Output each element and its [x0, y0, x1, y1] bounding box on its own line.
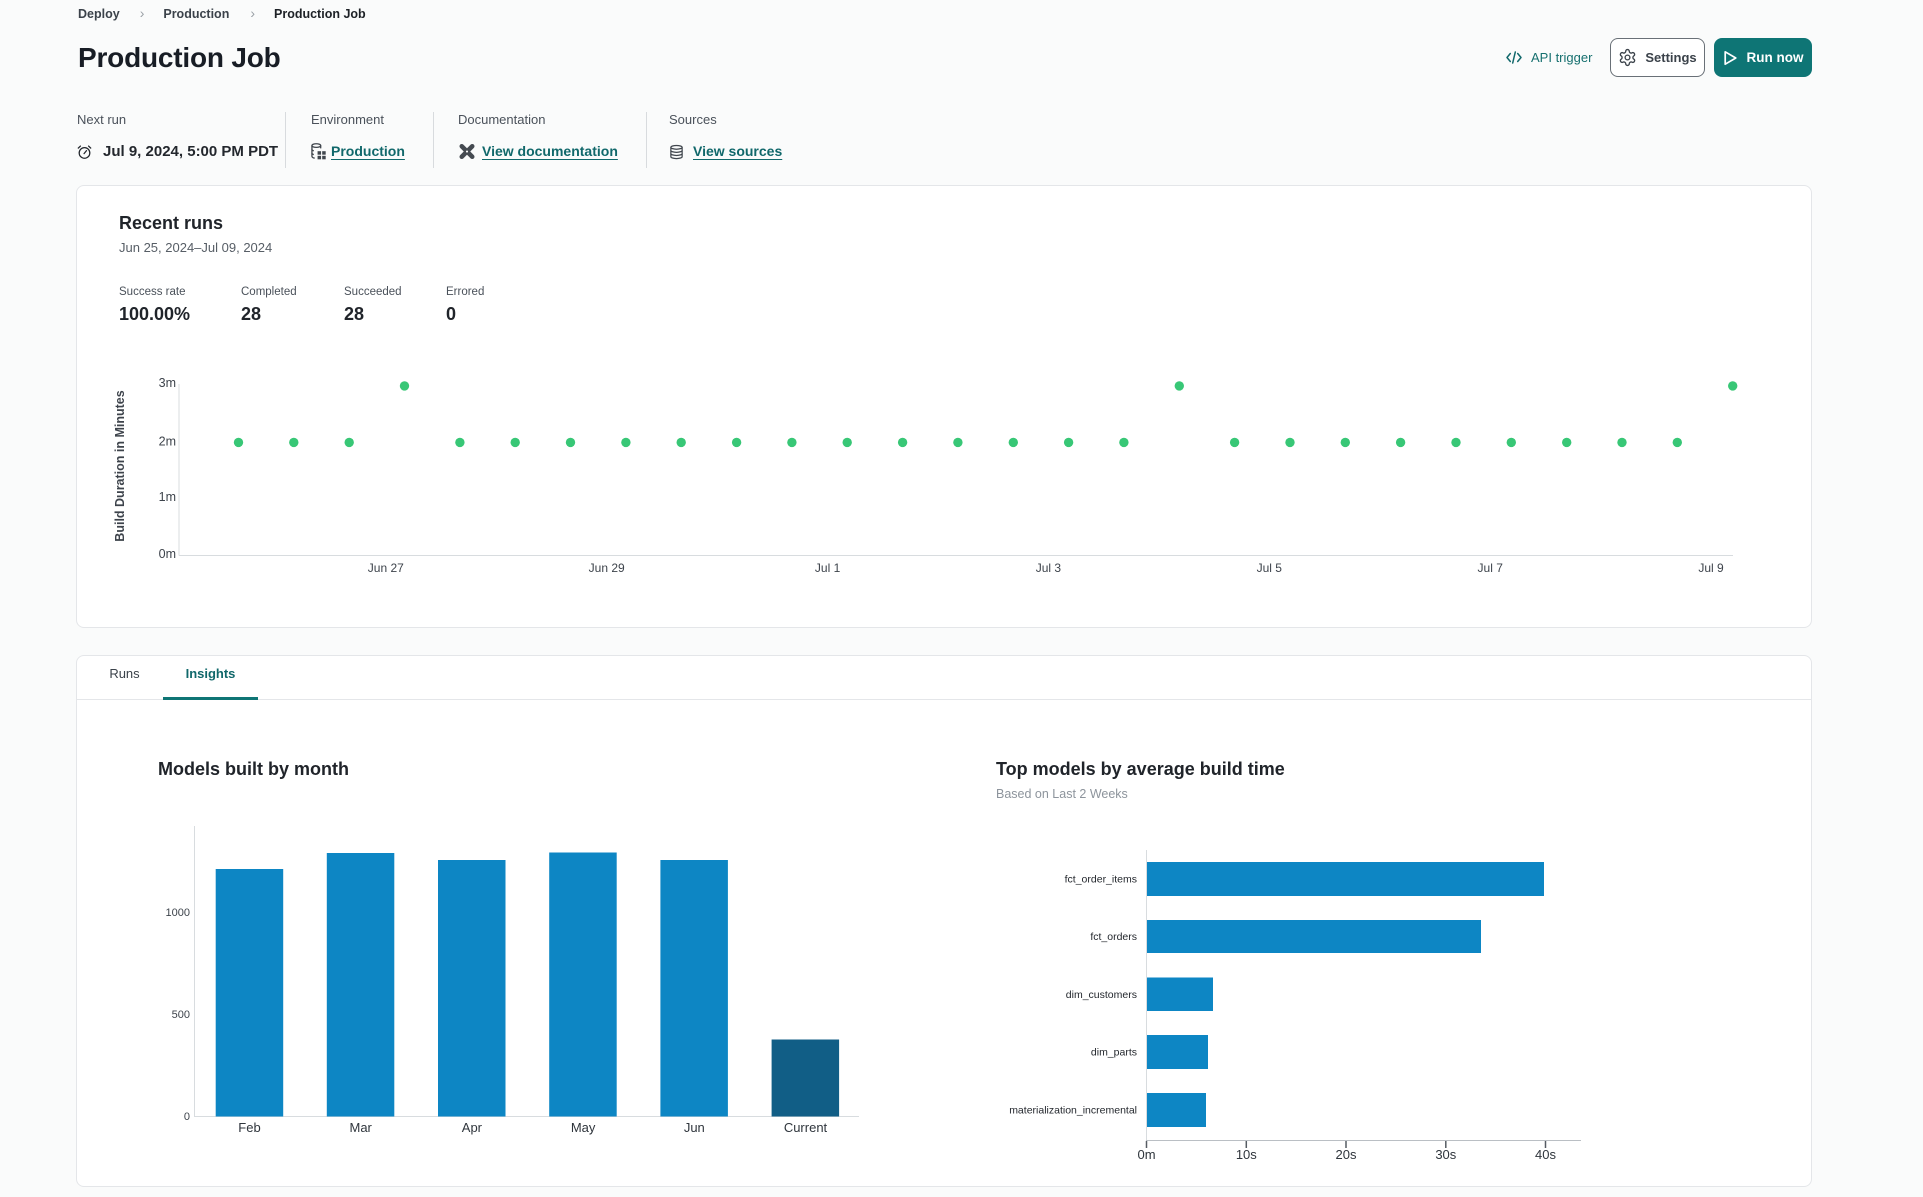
svg-text:Build Duration in Minutes: Build Duration in Minutes — [113, 390, 127, 541]
svg-text:10s: 10s — [1236, 1147, 1257, 1162]
svg-text:30s: 30s — [1435, 1147, 1456, 1162]
svg-text:Mar: Mar — [350, 1120, 373, 1135]
svg-text:fct_order_items: fct_order_items — [1065, 874, 1137, 886]
svg-text:Jul 9: Jul 9 — [1698, 561, 1724, 575]
svg-text:3m: 3m — [159, 376, 176, 390]
svg-text:1m: 1m — [159, 490, 176, 504]
svg-text:20s: 20s — [1336, 1147, 1357, 1162]
svg-text:Jul 5: Jul 5 — [1257, 561, 1283, 575]
svg-text:Feb: Feb — [238, 1120, 260, 1135]
svg-text:1000: 1000 — [166, 907, 190, 919]
svg-text:Jun 27: Jun 27 — [368, 561, 404, 575]
svg-text:Jun: Jun — [684, 1120, 705, 1135]
svg-text:fct_orders: fct_orders — [1090, 931, 1137, 943]
svg-text:May: May — [571, 1120, 596, 1135]
svg-text:0m: 0m — [1137, 1147, 1155, 1162]
svg-text:Jun 29: Jun 29 — [589, 561, 625, 575]
svg-text:Jul 7: Jul 7 — [1478, 561, 1504, 575]
svg-text:dim_customers: dim_customers — [1066, 989, 1137, 1001]
svg-text:Apr: Apr — [462, 1120, 483, 1135]
svg-text:Jul 3: Jul 3 — [1036, 561, 1062, 575]
svg-text:40s: 40s — [1535, 1147, 1556, 1162]
svg-text:Current: Current — [784, 1120, 828, 1135]
svg-text:materialization_incremental: materialization_incremental — [1009, 1105, 1137, 1117]
svg-text:500: 500 — [172, 1009, 190, 1021]
svg-text:2m: 2m — [159, 435, 176, 449]
svg-text:Jul 1: Jul 1 — [815, 561, 841, 575]
svg-text:dim_parts: dim_parts — [1091, 1047, 1137, 1059]
svg-text:0m: 0m — [159, 547, 176, 561]
svg-text:0: 0 — [184, 1111, 190, 1123]
